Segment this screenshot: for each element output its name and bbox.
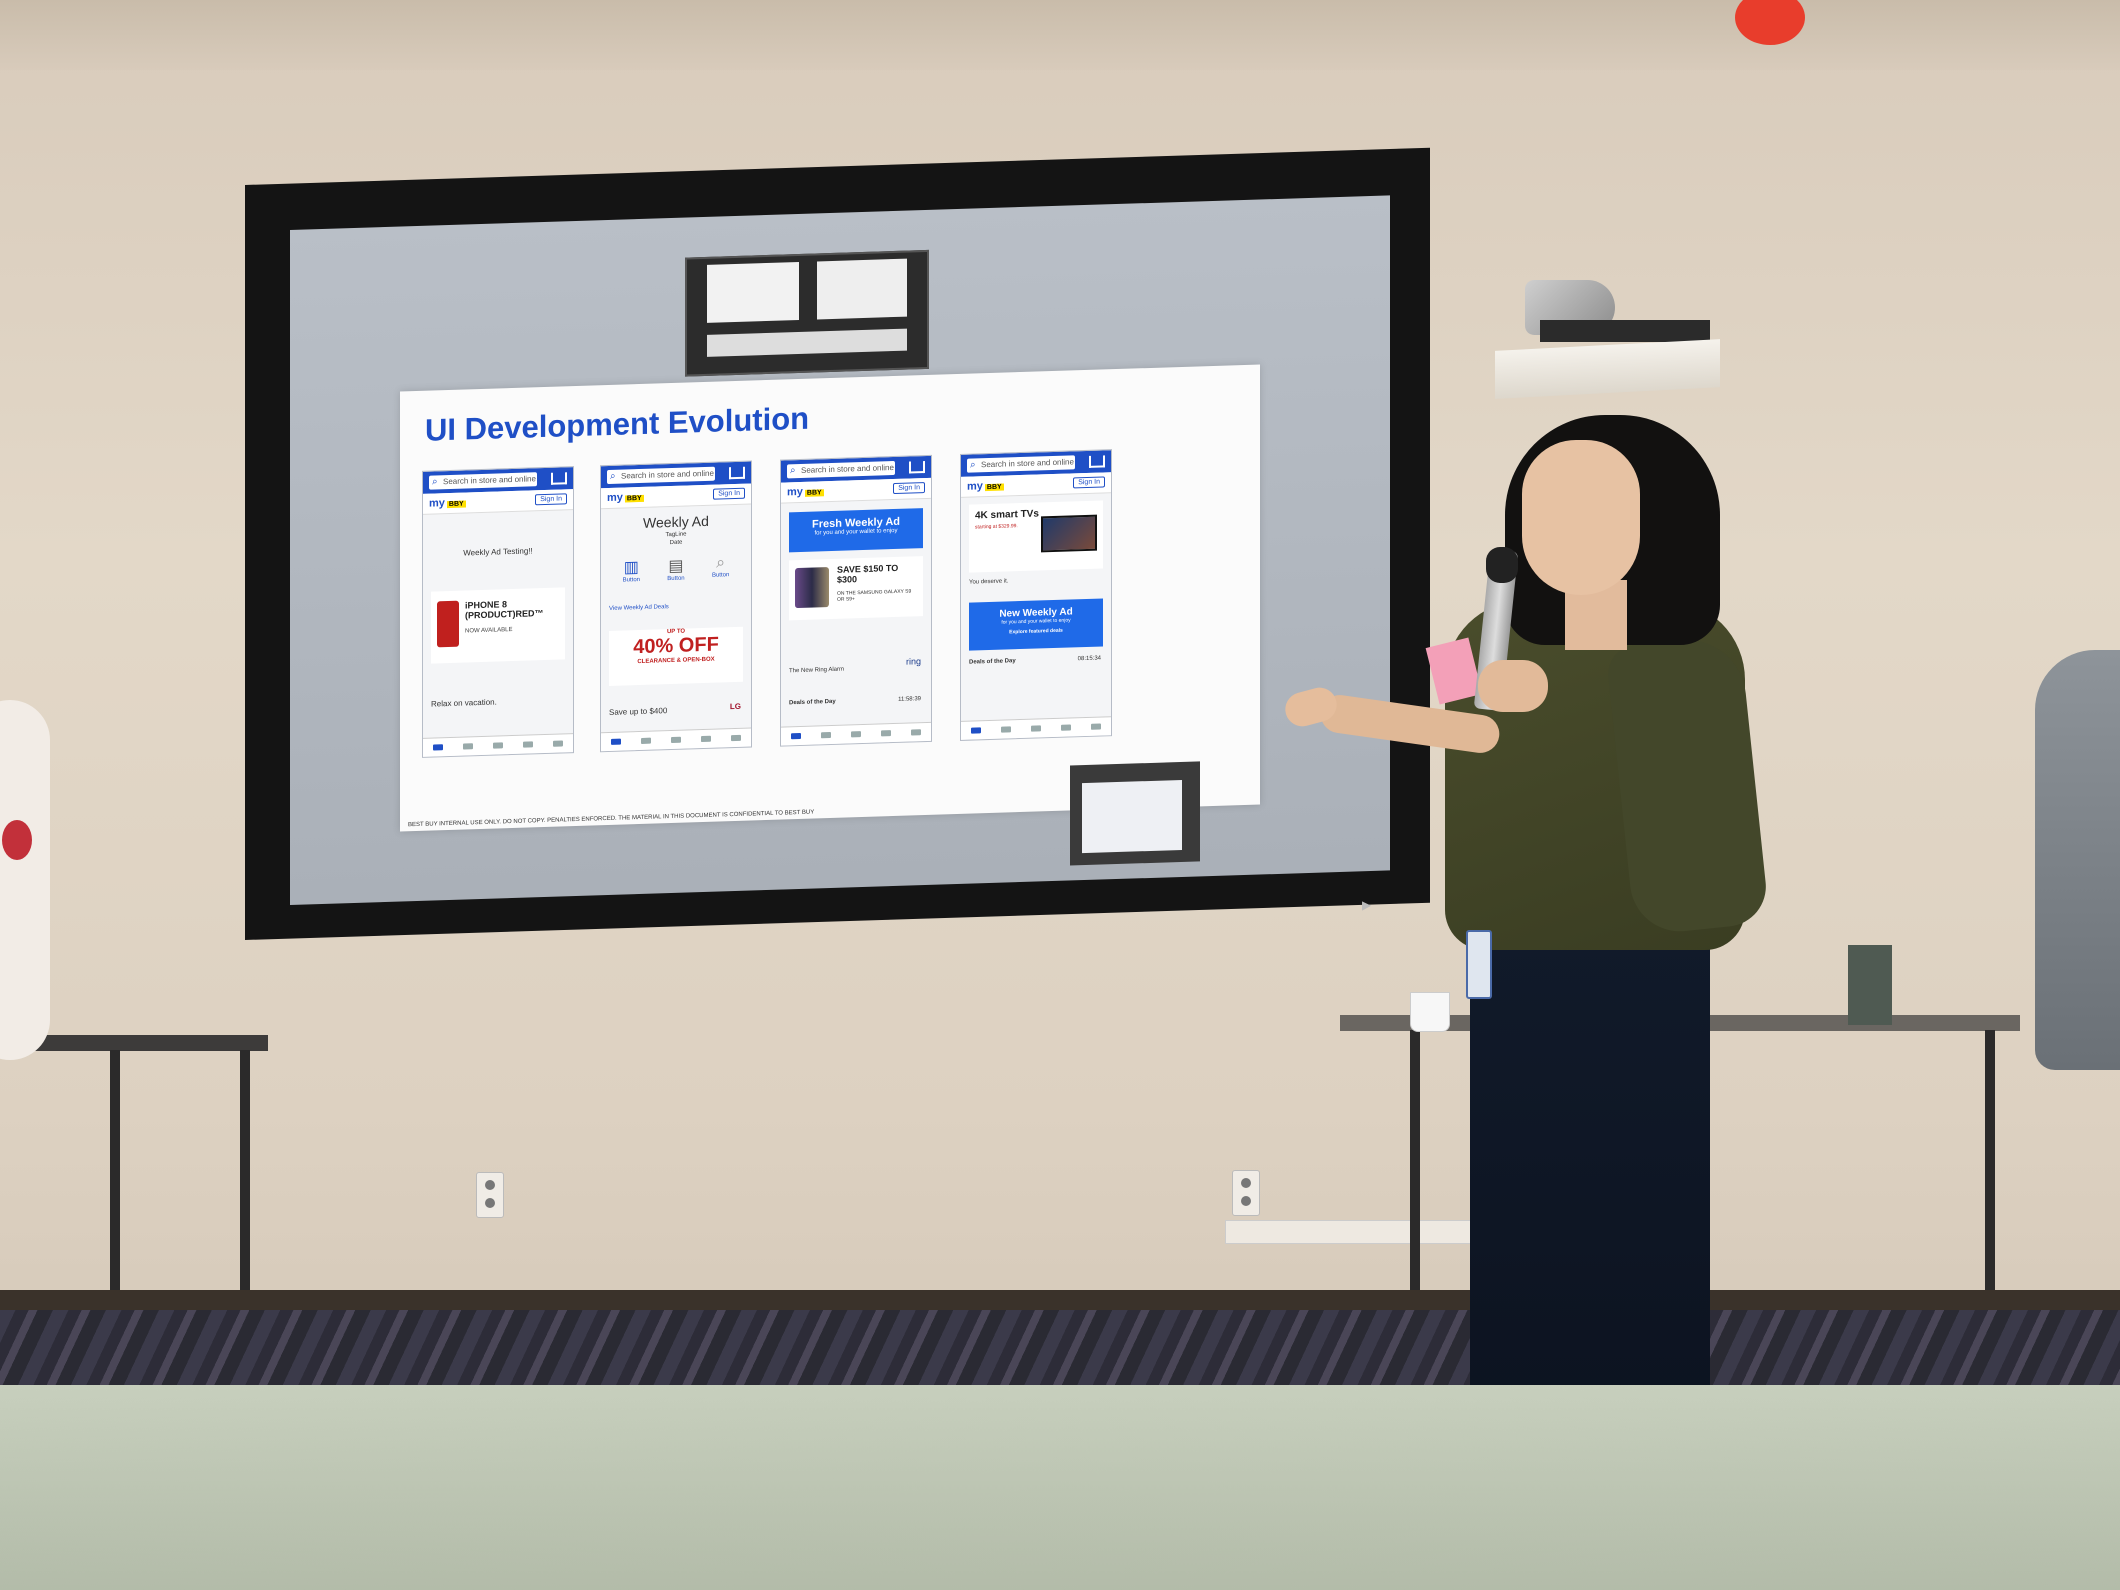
mini-slide-next <box>817 258 907 320</box>
projector-logo: ▶ <box>1362 897 1372 913</box>
book-button: ▥ Button <box>623 557 640 584</box>
save-sub: ON THE SAMSUNG GALAXY S9 OR S9+ <box>837 588 912 603</box>
bottom-nav <box>961 716 1111 740</box>
table-leg <box>240 1050 250 1290</box>
phone-mockup-2: Search in store and online myBBY Sign In… <box>600 460 752 753</box>
deal-text: Relax on vacation. <box>431 697 497 709</box>
search-input: Search in store and online <box>429 472 537 490</box>
samsung-promo: SAVE $150 TO $300 ON THE SAMSUNG GALAXY … <box>789 556 923 621</box>
audience-person-right <box>2035 650 2120 1070</box>
cart-icon <box>729 466 745 480</box>
my-logo: my BBY <box>787 485 824 499</box>
tv-image <box>1041 514 1097 553</box>
promo-sub: NOW AVAILABLE <box>465 627 513 635</box>
body-text: Weekly Ad Testing!! <box>463 546 533 558</box>
phone-image <box>795 567 829 609</box>
table-leg <box>1985 1030 1995 1310</box>
clearance-promo: UP TO 40% OFF CLEARANCE & OPEN-BOX <box>609 626 743 686</box>
audience-person-left <box>0 700 50 1060</box>
countdown-timer: 11:58:39 <box>898 696 921 703</box>
tv-sub: starting at $329.99. <box>975 523 1018 531</box>
slide-title: UI Development Evolution <box>425 400 810 448</box>
foreground-table <box>0 1385 2120 1590</box>
sign-in-button: Sign In <box>893 482 925 495</box>
lg-logo: LG <box>729 701 741 712</box>
presenter-face <box>1522 440 1640 595</box>
camera-bar <box>1540 320 1710 342</box>
my-logo: my BBY <box>429 497 466 510</box>
view-deals-link: View Weekly Ad Deals <box>609 604 669 612</box>
countdown-timer: 08:15:34 <box>1077 655 1101 663</box>
table-leg <box>1410 1030 1420 1330</box>
id-badge <box>1466 930 1492 999</box>
tv-title: 4K smart TVs <box>975 508 1039 522</box>
search-button: ⌕ Button <box>711 554 730 579</box>
projection-screen: UI Development Evolution Search in store… <box>290 195 1390 906</box>
search-icon: ⌕ <box>716 554 726 572</box>
bottom-nav <box>601 727 751 752</box>
presenter-legs <box>1470 930 1710 1430</box>
sign-in-button: Sign In <box>1073 476 1105 489</box>
deserve-text: You deserve it. <box>969 578 1009 586</box>
promo-title: iPHONE 8 (PRODUCT)RED™ <box>465 599 544 621</box>
printer-button: ▤ Button <box>667 556 684 583</box>
table-leg <box>110 1050 120 1290</box>
microphone-head <box>1486 547 1518 583</box>
phone-mockup-4: Search in store and online myBBY Sign In… <box>960 449 1112 741</box>
mini-slide <box>707 262 799 323</box>
wall-outlet <box>476 1172 504 1218</box>
search-input: Search in store and online <box>787 460 895 479</box>
ring-logo: ring <box>905 656 921 667</box>
phone-mockup-3: Search in store and online myBBY Sign In… <box>780 454 932 747</box>
tv-promo: 4K smart TVs starting at $329.99. <box>969 500 1103 573</box>
tumbler <box>1848 945 1892 1025</box>
bottom-nav <box>781 721 931 746</box>
bottom-nav <box>423 733 573 757</box>
deal-text: Save up to $400 <box>609 706 668 717</box>
wall-outlet <box>1232 1170 1260 1216</box>
coffee-cup <box>1410 992 1450 1032</box>
header-row: my BBY Sign In <box>601 483 751 510</box>
cart-icon <box>551 472 567 485</box>
book-icon: ▥ <box>623 559 639 577</box>
search-input: Search in store and online <box>967 455 1075 473</box>
printer-icon: ▤ <box>668 557 684 576</box>
header-row: my BBY Sign In <box>961 472 1111 498</box>
header-row: my BBY Sign In <box>781 477 931 504</box>
my-logo: my BBY <box>607 491 644 505</box>
weekly-ad-heading: Weekly Ad <box>643 512 709 531</box>
presenter-hand <box>1478 660 1548 712</box>
button-row: ▥ Button ▤ Button ⌕ Button <box>609 554 743 584</box>
ring-text: The New Ring Alarm <box>789 666 845 675</box>
fresh-weekly-ad-banner: Fresh Weekly Ad for you and your wallet … <box>789 508 923 553</box>
camera-shelf <box>1495 339 1720 399</box>
new-weekly-ad-banner: New Weekly Ad for you and your wallet to… <box>969 598 1103 651</box>
room-scene: UI Development Evolution Search in store… <box>0 0 2120 1590</box>
iphone-promo: iPHONE 8 (PRODUCT)RED™ NOW AVAILABLE <box>431 587 565 664</box>
mini-slide-strip <box>707 328 907 357</box>
cart-icon <box>909 461 925 474</box>
save-title: SAVE $150 TO $300 <box>837 562 899 585</box>
presenter-view-thumbnail-bottom <box>1070 761 1200 866</box>
cart-icon <box>1089 455 1105 468</box>
phone-mockup-1: Search in store and online myBBY Sign In… <box>422 466 574 758</box>
iphone-image <box>437 600 459 648</box>
header-row: my BBY Sign In <box>423 489 573 515</box>
sign-in-button: Sign In <box>713 487 745 500</box>
sign-in-button: Sign In <box>535 493 567 506</box>
baseboard <box>0 1290 2120 1310</box>
search-input: Search in store and online <box>607 466 715 485</box>
presentation-slide: UI Development Evolution Search in store… <box>400 364 1260 832</box>
my-logo: my BBY <box>967 480 1004 493</box>
presenter-view-thumbnail <box>685 249 929 377</box>
floral-print <box>2 820 32 860</box>
